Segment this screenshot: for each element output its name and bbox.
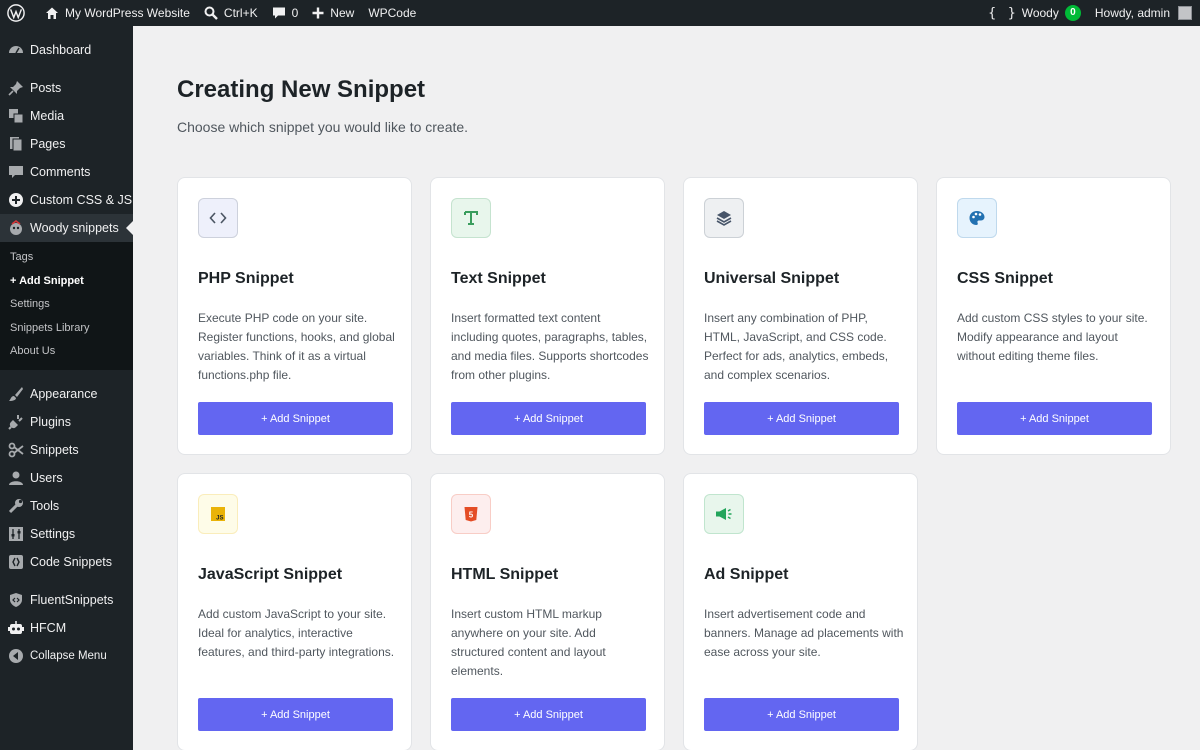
card-description: Add custom CSS styles to your site. Modi… [957, 311, 1148, 363]
wpcode-link[interactable]: WPCode [361, 0, 423, 26]
scissors-icon [8, 442, 24, 458]
html5-icon: 5 [451, 494, 491, 534]
code-icon [198, 198, 238, 238]
page-subtitle: Choose which snippet you would like to c… [177, 119, 469, 135]
snippet-card-universal: Universal Snippet Insert any combination… [683, 177, 918, 455]
submenu-item-snippets-library[interactable]: Snippets Library [0, 317, 133, 341]
main-content: Creating New Snippet Choose which snippe… [133, 26, 1200, 750]
sidebar-item-code-snippets[interactable]: Code Snippets [0, 548, 133, 576]
card-description: Execute PHP code on your site. Register … [198, 311, 395, 382]
braces-icon: { } [988, 5, 1018, 21]
woody-link[interactable]: { } Woody 0 [981, 0, 1088, 26]
page-title: Creating New Snippet [177, 76, 426, 103]
sidebar-item-plugins[interactable]: Plugins [0, 408, 133, 436]
card-title: CSS Snippet [957, 270, 1054, 287]
card-title: Universal Snippet [704, 270, 840, 287]
sidebar-item-comments[interactable]: Comments [0, 158, 133, 186]
add-universal-snippet-button[interactable]: + Add Snippet [704, 402, 899, 435]
snippet-card-javascript: JS JavaScript Snippet Add custom JavaScr… [177, 473, 412, 750]
search-shortcut[interactable]: Ctrl+K [197, 0, 265, 26]
shield-code-icon [8, 592, 24, 608]
woody-icon [8, 220, 24, 236]
comment-icon [272, 7, 285, 19]
add-javascript-snippet-button[interactable]: + Add Snippet [198, 698, 393, 731]
home-icon [46, 7, 58, 19]
add-ad-snippet-button[interactable]: + Add Snippet [704, 698, 899, 731]
layers-icon [704, 198, 744, 238]
add-php-snippet-button[interactable]: + Add Snippet [198, 402, 393, 435]
sidebar-item-hfcm[interactable]: HFCM [0, 614, 133, 642]
my-account-link[interactable]: Howdy, admin [1088, 0, 1200, 26]
plug-icon [8, 414, 24, 430]
settings-sliders-icon [8, 526, 24, 542]
add-css-snippet-button[interactable]: + Add Snippet [957, 402, 1152, 435]
add-html-snippet-button[interactable]: + Add Snippet [451, 698, 646, 731]
js-icon: JS [198, 494, 238, 534]
card-title: Text Snippet [451, 270, 546, 287]
woody-badge: 0 [1064, 5, 1081, 21]
card-title: JavaScript Snippet [198, 566, 343, 583]
media-icon [8, 108, 24, 124]
wordpress-logo-icon[interactable] [0, 0, 38, 26]
submenu-item-settings[interactable]: Settings [0, 293, 133, 317]
sidebar-item-pages[interactable]: Pages [0, 130, 133, 158]
comments-link[interactable]: 0 [265, 0, 306, 26]
sidebar-item-snippets[interactable]: Snippets [0, 436, 133, 464]
palette-icon [957, 198, 997, 238]
submenu-item-about-us[interactable]: About Us [0, 340, 133, 364]
snippet-card-css: CSS Snippet Add custom CSS styles to you… [936, 177, 1171, 455]
wrench-icon [8, 498, 24, 514]
collapse-arrow-icon [8, 648, 24, 664]
user-icon [8, 470, 24, 486]
code-file-icon [8, 554, 24, 570]
snippet-card-php: PHP Snippet Execute PHP code on your sit… [177, 177, 412, 455]
snippet-card-text: Text Snippet Insert formatted text conte… [430, 177, 665, 455]
sidebar-item-users[interactable]: Users [0, 464, 133, 492]
card-description: Insert custom HTML markup anywhere on yo… [451, 607, 606, 678]
add-text-snippet-button[interactable]: + Add Snippet [451, 402, 646, 435]
collapse-menu-button[interactable]: Collapse Menu [0, 642, 133, 670]
card-title: HTML Snippet [451, 566, 559, 583]
sidebar-item-posts[interactable]: Posts [0, 74, 133, 102]
svg-text:5: 5 [469, 511, 474, 520]
card-description: Add custom JavaScript to your site. Idea… [198, 607, 395, 659]
megaphone-icon [704, 494, 744, 534]
avatar [1178, 6, 1192, 20]
submenu-item-add-snippet[interactable]: + Add Snippet [0, 270, 133, 294]
search-icon [204, 6, 218, 20]
admin-sidebar: Dashboard Posts Media Pages Comments Cus… [0, 26, 133, 750]
plus-circle-icon [8, 192, 24, 208]
sidebar-item-woody-snippets[interactable]: Woody snippets [0, 214, 133, 242]
card-title: Ad Snippet [704, 566, 789, 583]
brush-icon [8, 386, 24, 402]
dashboard-icon [8, 42, 24, 58]
plus-icon [312, 7, 324, 19]
snippet-card-html: 5 HTML Snippet Insert custom HTML markup… [430, 473, 665, 750]
submenu-item-tags[interactable]: Tags [0, 246, 133, 270]
site-name-link[interactable]: My WordPress Website [38, 0, 197, 26]
admin-bar: My WordPress Website Ctrl+K 0 New WPCode… [0, 0, 1200, 26]
sidebar-item-appearance[interactable]: Appearance [0, 380, 133, 408]
sidebar-item-custom-css-js[interactable]: Custom CSS & JS [0, 186, 133, 214]
svg-text:JS: JS [216, 516, 223, 522]
sidebar-item-settings[interactable]: Settings [0, 520, 133, 548]
robot-icon [8, 620, 24, 636]
sidebar-item-media[interactable]: Media [0, 102, 133, 130]
sidebar-item-dashboard[interactable]: Dashboard [0, 36, 133, 64]
pin-icon [8, 80, 24, 96]
sidebar-item-tools[interactable]: Tools [0, 492, 133, 520]
comments-icon [8, 164, 24, 180]
snippet-card-ad: Ad Snippet Insert advertisement code and… [683, 473, 918, 750]
text-icon [451, 198, 491, 238]
card-title: PHP Snippet [198, 270, 294, 287]
woody-submenu: Tags + Add Snippet Settings Snippets Lib… [0, 242, 133, 370]
sidebar-item-fluent-snippets[interactable]: FluentSnippets [0, 586, 133, 614]
card-description: Insert any combination of PHP, HTML, Jav… [704, 311, 889, 382]
pages-icon [8, 136, 24, 152]
card-description: Insert formatted text content including … [451, 311, 649, 382]
card-description: Insert advertisement code and banners. M… [704, 607, 904, 659]
new-content-link[interactable]: New [305, 0, 361, 26]
